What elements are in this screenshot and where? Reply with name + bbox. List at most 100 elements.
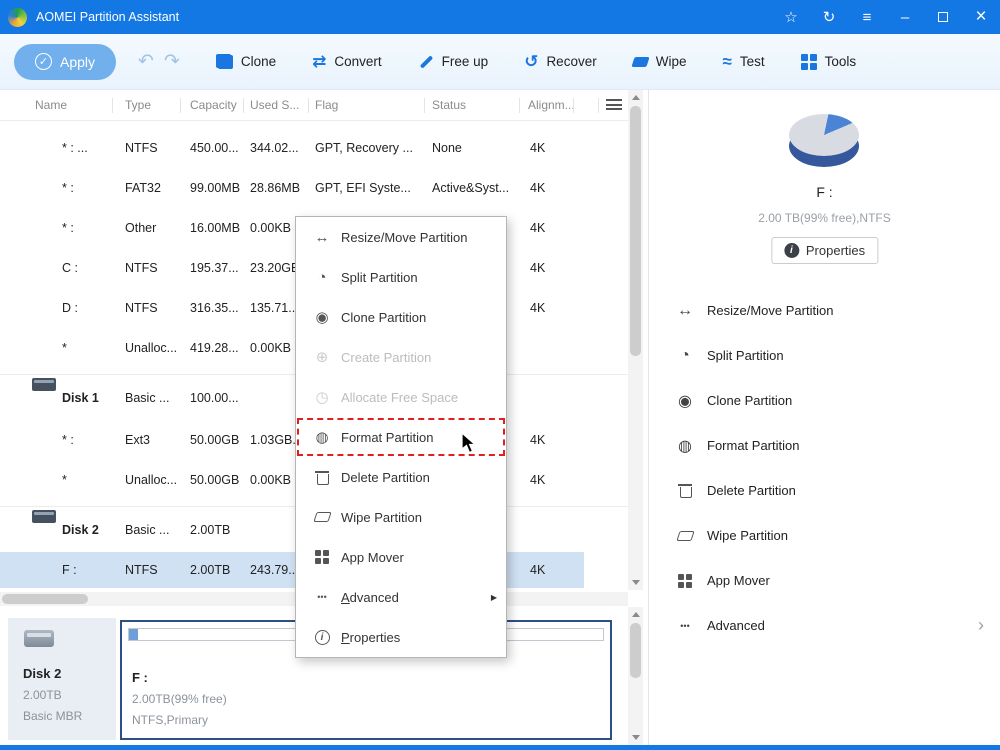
action-advanced[interactable]: ••• Advanced › [649, 603, 1000, 648]
action-clone[interactable]: ◉ Clone Partition [649, 378, 1000, 423]
vertical-scrollbar[interactable] [628, 90, 643, 590]
clone-icon [215, 54, 233, 69]
refresh-icon[interactable]: ↻ [810, 0, 848, 34]
maximize-button[interactable] [924, 0, 962, 34]
trash-icon [312, 470, 332, 485]
cell-type: Basic ... [125, 523, 170, 537]
disk-name: Disk 2 [23, 666, 62, 681]
cell-capacity: 16.00MB [190, 221, 241, 235]
action-label: Advanced [707, 618, 765, 633]
convert-label: Convert [334, 54, 382, 69]
eraser-icon [673, 530, 697, 541]
column-header-alignment: Alignm... [528, 98, 575, 112]
disk-icon [32, 378, 56, 391]
scroll-down-icon[interactable] [631, 735, 640, 740]
menu-item-label: Clone Partition [341, 309, 427, 325]
star-icon[interactable]: ☆ [772, 0, 810, 34]
pie-top [789, 114, 859, 156]
menu-item-properties[interactable]: i Properties [296, 617, 506, 657]
menu-item-resize-move[interactable]: ↔ Resize/Move Partition [296, 217, 506, 257]
ellipsis-icon: ••• [680, 620, 690, 631]
clone-button[interactable]: Clone [215, 54, 277, 69]
table-header: Name Type Capacity Used S... Flag Status… [0, 90, 628, 121]
action-label: Delete Partition [707, 483, 796, 498]
test-button[interactable]: ≈ Test [722, 52, 764, 72]
clone-label: Clone [240, 54, 277, 69]
selected-partition-info: 2.00 TB(99% free),NTFS [758, 211, 891, 225]
vertical-scrollbar-bottom[interactable] [628, 607, 643, 745]
clone-partition-icon: ◉ [315, 309, 329, 326]
pencil-icon [418, 54, 434, 70]
cell-alignment: 4K [530, 261, 546, 275]
menu-item-split[interactable]: ◔ Split Partition [296, 257, 506, 297]
apply-button[interactable]: ✓ Apply [14, 43, 116, 80]
action-resize-move[interactable]: ↔ Resize/Move Partition [649, 288, 1000, 333]
recover-button[interactable]: ↺ Recover [524, 52, 597, 72]
menu-item-wipe[interactable]: Wipe Partition [296, 497, 506, 537]
menu-item-label: Resize/Move Partition [341, 229, 468, 245]
undo-button[interactable]: ↶ [138, 50, 154, 73]
cell-type: Ext3 [125, 433, 151, 447]
scroll-down-icon[interactable] [631, 580, 640, 585]
menu-item-advanced[interactable]: ••• Advanced ▶ [296, 577, 506, 617]
table-row-partition[interactable]: * : ... NTFS 450.00... 344.02... GPT, Re… [0, 128, 584, 168]
menu-item-allocate-disabled: ◷ Allocate Free Space [296, 377, 506, 417]
properties-label: Properties [805, 243, 866, 258]
cell-used: 0.00KB [250, 341, 292, 355]
maximize-icon [938, 12, 948, 22]
eraser-icon [631, 56, 650, 67]
disk-summary-card[interactable]: Disk 2 2.00TB Basic MBR [8, 618, 116, 740]
menu-item-label: Properties [341, 629, 401, 645]
cell-status: Active&Syst... [432, 181, 510, 195]
minimize-button[interactable]: – [886, 0, 924, 34]
info-icon: i [312, 629, 332, 645]
menu-item-label: App Mover [341, 549, 404, 565]
action-wipe[interactable]: Wipe Partition [649, 513, 1000, 558]
eraser-icon [312, 512, 332, 522]
wipe-button[interactable]: Wipe [631, 54, 686, 69]
action-label: Wipe Partition [707, 528, 788, 543]
toolbar: ✓ Apply ↶ ↷ Clone ⇄ Convert Free up ↺ Re… [0, 34, 1000, 90]
table-row-partition[interactable]: * : FAT32 99.00MB 28.86MB GPT, EFI Syste… [0, 168, 584, 208]
menu-item-label: Wipe Partition [341, 509, 422, 525]
free-up-button[interactable]: Free up [418, 54, 489, 70]
scrollbar-thumb[interactable] [630, 623, 641, 678]
cell-name: * : [62, 221, 74, 235]
menu-item-label: Split Partition [341, 269, 418, 285]
disk-icon [24, 630, 54, 647]
action-split[interactable]: ◔ Split Partition [649, 333, 1000, 378]
action-delete[interactable]: Delete Partition [649, 468, 1000, 513]
partition-size: 2.00TB(99% free) [132, 692, 227, 706]
column-chooser-icon[interactable] [606, 99, 622, 113]
close-button[interactable]: × [962, 0, 1000, 34]
convert-button[interactable]: ⇄ Convert [312, 52, 382, 72]
scroll-up-icon[interactable] [631, 95, 640, 100]
test-wave-icon: ≈ [722, 51, 732, 71]
partition-name: F : [132, 670, 148, 685]
tools-button[interactable]: Tools [800, 53, 857, 70]
cell-type: NTFS [125, 261, 158, 275]
action-label: App Mover [707, 573, 770, 588]
hamburger-menu-icon[interactable]: ≡ [848, 0, 886, 34]
properties-button[interactable]: i Properties [770, 237, 879, 264]
menu-item-clone[interactable]: ◉ Clone Partition [296, 297, 506, 337]
format-icon: ◍ [315, 429, 329, 446]
action-app-mover[interactable]: App Mover [649, 558, 1000, 603]
split-icon: ◔ [680, 346, 690, 364]
menu-item-app-mover[interactable]: App Mover [296, 537, 506, 577]
redo-button[interactable]: ↷ [164, 50, 180, 73]
cell-name: * [62, 341, 67, 355]
scrollbar-thumb[interactable] [630, 106, 641, 356]
chevron-right-icon: › [978, 615, 984, 635]
tools-label: Tools [824, 54, 857, 69]
cell-name: C : [62, 261, 78, 275]
cell-used: 135.71... [250, 301, 299, 315]
action-label: Clone Partition [707, 393, 793, 408]
cell-name: * : [62, 181, 74, 195]
menu-item-delete[interactable]: Delete Partition [296, 457, 506, 497]
scroll-up-icon[interactable] [631, 612, 640, 617]
cell-type: NTFS [125, 301, 158, 315]
action-format[interactable]: ◍ Format Partition [649, 423, 1000, 468]
disk-size: 2.00TB [23, 688, 62, 702]
scrollbar-thumb[interactable] [2, 594, 88, 604]
